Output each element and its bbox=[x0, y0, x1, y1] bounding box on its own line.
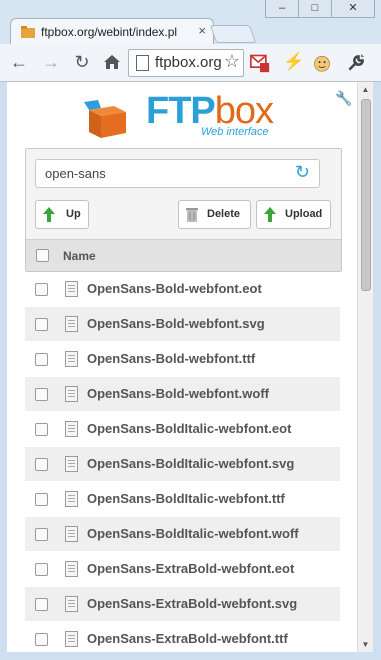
file-row[interactable]: OpenSans-ExtraBold-webfont.svg bbox=[25, 587, 340, 621]
scroll-up-arrow-icon[interactable]: ▲ bbox=[358, 82, 373, 97]
trash-icon bbox=[186, 208, 198, 222]
upload-button[interactable]: Upload bbox=[256, 200, 331, 229]
file-checkbox[interactable] bbox=[35, 598, 48, 611]
file-name[interactable]: OpenSans-ExtraBold-webfont.svg bbox=[87, 596, 297, 611]
file-row[interactable]: OpenSans-Bold-webfont.ttf bbox=[25, 342, 340, 376]
lightning-extension-icon[interactable]: ⚡ bbox=[282, 50, 306, 74]
green-up-arrow-icon bbox=[43, 207, 55, 222]
file-icon bbox=[65, 421, 78, 437]
file-name[interactable]: OpenSans-Bold-webfont.eot bbox=[87, 281, 262, 296]
file-row[interactable]: OpenSans-BoldItalic-webfont.eot bbox=[25, 412, 340, 446]
folder-favicon-icon bbox=[21, 26, 35, 38]
face-extension-icon[interactable] bbox=[312, 53, 332, 73]
file-row[interactable]: OpenSans-Bold-webfont.svg bbox=[25, 307, 340, 341]
file-icon bbox=[65, 561, 78, 577]
file-row[interactable]: OpenSans-BoldItalic-webfont.ttf bbox=[25, 482, 340, 516]
scroll-down-arrow-icon[interactable]: ▼ bbox=[358, 637, 373, 652]
file-checkbox[interactable] bbox=[35, 423, 48, 436]
file-checkbox[interactable] bbox=[35, 283, 48, 296]
minimize-button[interactable]: – bbox=[265, 0, 299, 18]
file-checkbox[interactable] bbox=[35, 633, 48, 646]
gmail-extension-icon[interactable] bbox=[250, 53, 270, 73]
orange-box-logo-icon bbox=[84, 100, 126, 138]
file-checkbox[interactable] bbox=[35, 388, 48, 401]
reload-icon[interactable]: ↻ bbox=[70, 50, 94, 74]
column-name-header[interactable]: Name bbox=[63, 249, 96, 263]
file-name[interactable]: OpenSans-BoldItalic-webfont.eot bbox=[87, 421, 291, 436]
up-button-label: Up bbox=[66, 208, 81, 220]
file-name[interactable]: OpenSans-ExtraBold-webfont.eot bbox=[87, 561, 294, 576]
file-checkbox[interactable] bbox=[35, 563, 48, 576]
file-row[interactable]: OpenSans-Bold-webfont.eot bbox=[25, 272, 340, 306]
home-icon[interactable] bbox=[100, 50, 124, 74]
file-checkbox[interactable] bbox=[35, 493, 48, 506]
file-icon bbox=[65, 596, 78, 612]
settings-wrench-icon[interactable]: 🔧 bbox=[335, 90, 352, 107]
file-icon bbox=[65, 386, 78, 402]
address-text: ftpbox.org bbox=[155, 54, 221, 71]
file-list: OpenSans-Bold-webfont.eot OpenSans-Bold-w… bbox=[25, 272, 340, 652]
path-text: open-sans bbox=[45, 166, 106, 181]
file-name[interactable]: OpenSans-BoldItalic-webfont.ttf bbox=[87, 491, 285, 506]
maximize-button[interactable]: □ bbox=[298, 0, 332, 18]
tab-title: ftpbox.org/webint/index.pl bbox=[41, 25, 178, 39]
delete-button[interactable]: Delete bbox=[178, 200, 251, 229]
file-name[interactable]: OpenSans-BoldItalic-webfont.svg bbox=[87, 456, 294, 471]
file-icon bbox=[65, 456, 78, 472]
green-upload-arrow-icon bbox=[264, 207, 276, 222]
file-icon bbox=[65, 631, 78, 647]
ftpbox-logo: FTPbox Web interface bbox=[82, 90, 282, 142]
address-bar[interactable]: ftpbox.org ☆ bbox=[128, 49, 244, 77]
browser-tab[interactable]: ftpbox.org/webint/index.pl × bbox=[10, 18, 214, 46]
tab-close-icon[interactable]: × bbox=[198, 23, 206, 38]
close-window-button[interactable]: ✕ bbox=[331, 0, 375, 18]
file-row[interactable]: OpenSans-BoldItalic-webfont.woff bbox=[25, 517, 340, 551]
new-tab-button[interactable] bbox=[209, 25, 257, 43]
vertical-scrollbar[interactable]: ▲ ▼ bbox=[357, 82, 373, 652]
file-toolbar-panel: open-sans ↻ Up Delete Upload Name bbox=[25, 148, 342, 272]
file-name[interactable]: OpenSans-Bold-webfont.svg bbox=[87, 316, 265, 331]
back-arrow-icon[interactable]: ← bbox=[7, 50, 31, 74]
up-button[interactable]: Up bbox=[35, 200, 89, 229]
path-input[interactable]: open-sans ↻ bbox=[35, 159, 320, 188]
file-row[interactable]: OpenSans-ExtraBold-webfont.eot bbox=[25, 552, 340, 586]
file-icon bbox=[65, 281, 78, 297]
file-name[interactable]: OpenSans-ExtraBold-webfont.ttf bbox=[87, 631, 288, 646]
file-list-header: Name bbox=[26, 239, 341, 271]
file-name[interactable]: OpenSans-Bold-webfont.ttf bbox=[87, 351, 255, 366]
file-checkbox[interactable] bbox=[35, 318, 48, 331]
file-row[interactable]: OpenSans-Bold-webfont.woff bbox=[25, 377, 340, 411]
bookmark-star-icon[interactable]: ☆ bbox=[224, 51, 240, 72]
file-checkbox[interactable] bbox=[35, 458, 48, 471]
file-row[interactable]: OpenSans-BoldItalic-webfont.svg bbox=[25, 447, 340, 481]
file-checkbox[interactable] bbox=[35, 353, 48, 366]
file-checkbox[interactable] bbox=[35, 528, 48, 541]
scrollbar-thumb[interactable] bbox=[361, 99, 371, 291]
delete-button-label: Delete bbox=[207, 208, 241, 220]
file-icon bbox=[65, 351, 78, 367]
forward-arrow-icon[interactable]: → bbox=[39, 50, 63, 74]
file-row[interactable]: OpenSans-ExtraBold-webfont.ttf bbox=[25, 622, 340, 652]
window-controls: – □ ✕ bbox=[265, 0, 375, 18]
file-icon bbox=[65, 491, 78, 507]
file-name[interactable]: OpenSans-BoldItalic-webfont.woff bbox=[87, 526, 299, 541]
wrench-menu-icon[interactable] bbox=[346, 53, 366, 73]
page-icon bbox=[136, 55, 149, 71]
browser-toolbar: ← → ↻ ftpbox.org ☆ 4 ⚡ bbox=[0, 44, 381, 115]
upload-button-label: Upload bbox=[285, 208, 323, 220]
page-viewport: FTPbox Web interface 🔧 open-sans ↻ Up De… bbox=[7, 82, 373, 652]
file-icon bbox=[65, 526, 78, 542]
browser-window: ftpbox.org/webint/index.pl × – □ ✕ ← → ↻… bbox=[0, 0, 381, 660]
logo-subtitle: Web interface bbox=[201, 126, 269, 138]
refresh-icon[interactable]: ↻ bbox=[295, 162, 310, 183]
select-all-checkbox[interactable] bbox=[36, 249, 49, 262]
file-icon bbox=[65, 316, 78, 332]
title-bar: ftpbox.org/webint/index.pl × – □ ✕ bbox=[0, 0, 381, 46]
file-name[interactable]: OpenSans-Bold-webfont.woff bbox=[87, 386, 269, 401]
